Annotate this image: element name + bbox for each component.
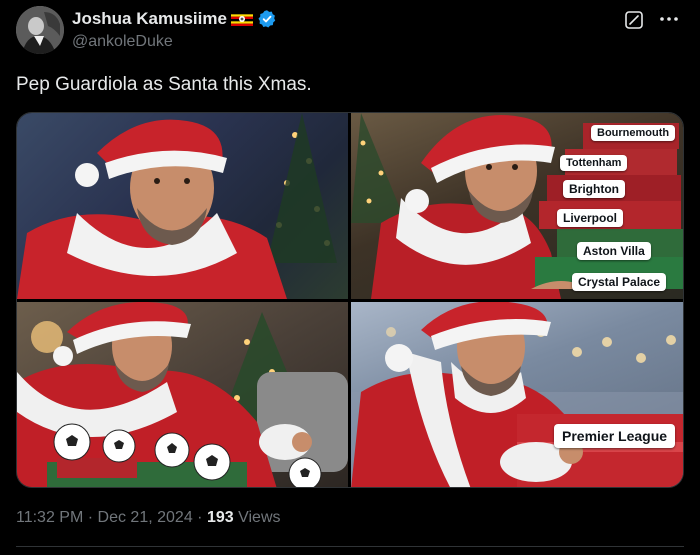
photo-santa-closeup[interactable]	[17, 113, 348, 299]
media-grid: Bournemouth Tottenham Brighton Liverpool…	[16, 112, 684, 488]
gift-tag-bournemouth: Bournemouth	[591, 125, 676, 141]
author-handle[interactable]: @ankoleDuke	[72, 33, 173, 51]
gift-tag-crystal-palace: Crystal Palace	[572, 273, 667, 291]
meta-separator: ·	[87, 509, 94, 526]
gift-tag-premier-league: Premier League	[554, 424, 676, 448]
tweet-meta: 11:32 PM · Dec 21, 2024 · 193 Views	[16, 509, 281, 527]
tweet-header: Joshua Kamusiime @ankoleDuke	[16, 6, 684, 58]
photo-santa-premier-league[interactable]: Premier League	[351, 302, 683, 487]
avatar[interactable]	[16, 6, 64, 54]
divider	[16, 546, 684, 547]
author-display-name[interactable]: Joshua Kamusiime	[72, 9, 227, 29]
grok-icon[interactable]	[624, 10, 644, 30]
gift-tag-liverpool: Liverpool	[557, 209, 624, 227]
tweet-date[interactable]: Dec 21, 2024	[98, 509, 193, 526]
tweet-text: Pep Guardiola as Santa this Xmas.	[16, 74, 312, 95]
author-name-row: Joshua Kamusiime	[72, 9, 277, 29]
tweet-time[interactable]: 11:32 PM	[16, 509, 83, 526]
views-count: 193	[206, 509, 234, 526]
uganda-flag-icon	[230, 12, 253, 26]
meta-separator-2: ·	[197, 509, 203, 526]
photo-santa-gifts[interactable]: Bournemouth Tottenham Brighton Liverpool…	[351, 113, 683, 299]
views-label: Views	[238, 509, 281, 526]
photo-santa-footballs[interactable]	[17, 302, 348, 487]
gift-tag-tottenham: Tottenham	[560, 155, 628, 171]
more-icon[interactable]	[658, 8, 680, 30]
gift-tag-brighton: Brighton	[563, 180, 625, 198]
verified-badge-icon[interactable]	[257, 9, 277, 29]
gift-tag-aston-villa: Aston Villa	[577, 242, 651, 260]
